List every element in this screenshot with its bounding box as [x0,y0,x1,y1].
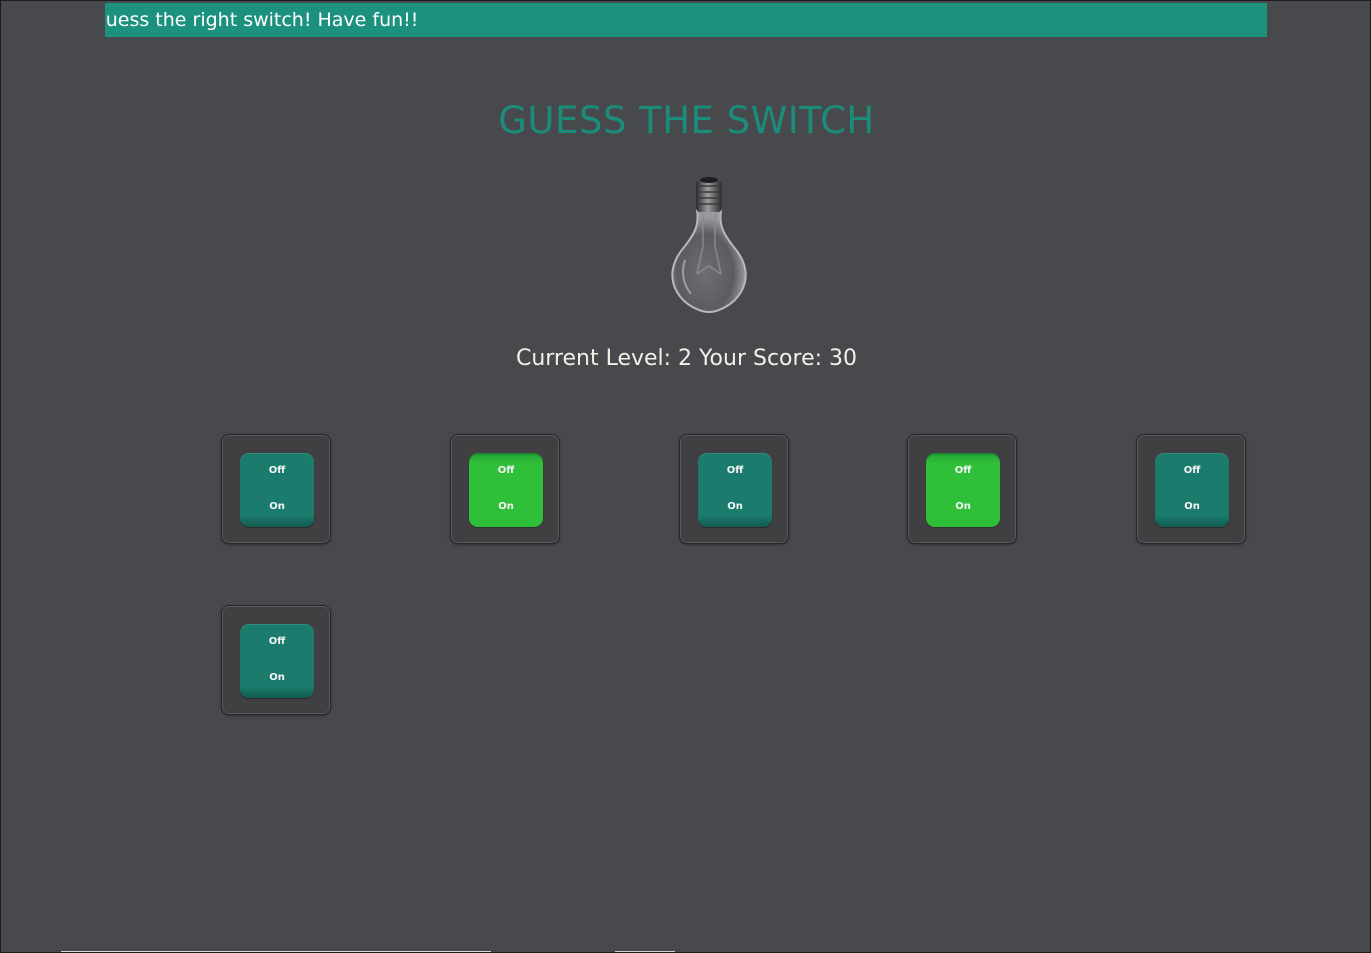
switch-off-label: Off [1183,465,1201,476]
switch-plate-1: Off On [221,434,331,544]
switch-off-label: Off [497,465,515,476]
switch-off-label: Off [954,465,972,476]
level-score-text: Current Level: 2 Your Score: 30 [515,346,858,371]
game-page: Guess the right switch! Have fun!! GUESS… [0,0,1371,953]
switch-plate-4: Off On [907,434,1017,544]
switch-plate-2: Off On [450,434,560,544]
switch-on-label: On [498,501,514,512]
switch-plate-5: Off On [1136,434,1246,544]
switch-plate-6: Off On [221,605,331,715]
switch-on-label: On [727,501,743,512]
switch-on-label: On [269,501,285,512]
switch-1[interactable]: Off On [240,453,314,527]
switch-2[interactable]: Off On [469,453,543,527]
switch-on-label: On [955,501,971,512]
switch-4[interactable]: Off On [926,453,1000,527]
switch-on-label: On [1184,501,1200,512]
switch-off-label: Off [726,465,744,476]
marquee-text: Guess the right switch! Have fun!! [105,9,419,31]
game-title: GUESS THE SWITCH [498,99,875,142]
switch-off-label: Off [268,636,286,647]
switch-on-label: On [269,672,285,683]
switch-3[interactable]: Off On [698,453,772,527]
switch-6[interactable]: Off On [240,624,314,698]
light-bulb-icon [663,174,755,316]
switch-5[interactable]: Off On [1155,453,1229,527]
switch-off-label: Off [268,465,286,476]
switch-plate-3: Off On [679,434,789,544]
marquee-banner: Guess the right switch! Have fun!! [105,3,1267,37]
